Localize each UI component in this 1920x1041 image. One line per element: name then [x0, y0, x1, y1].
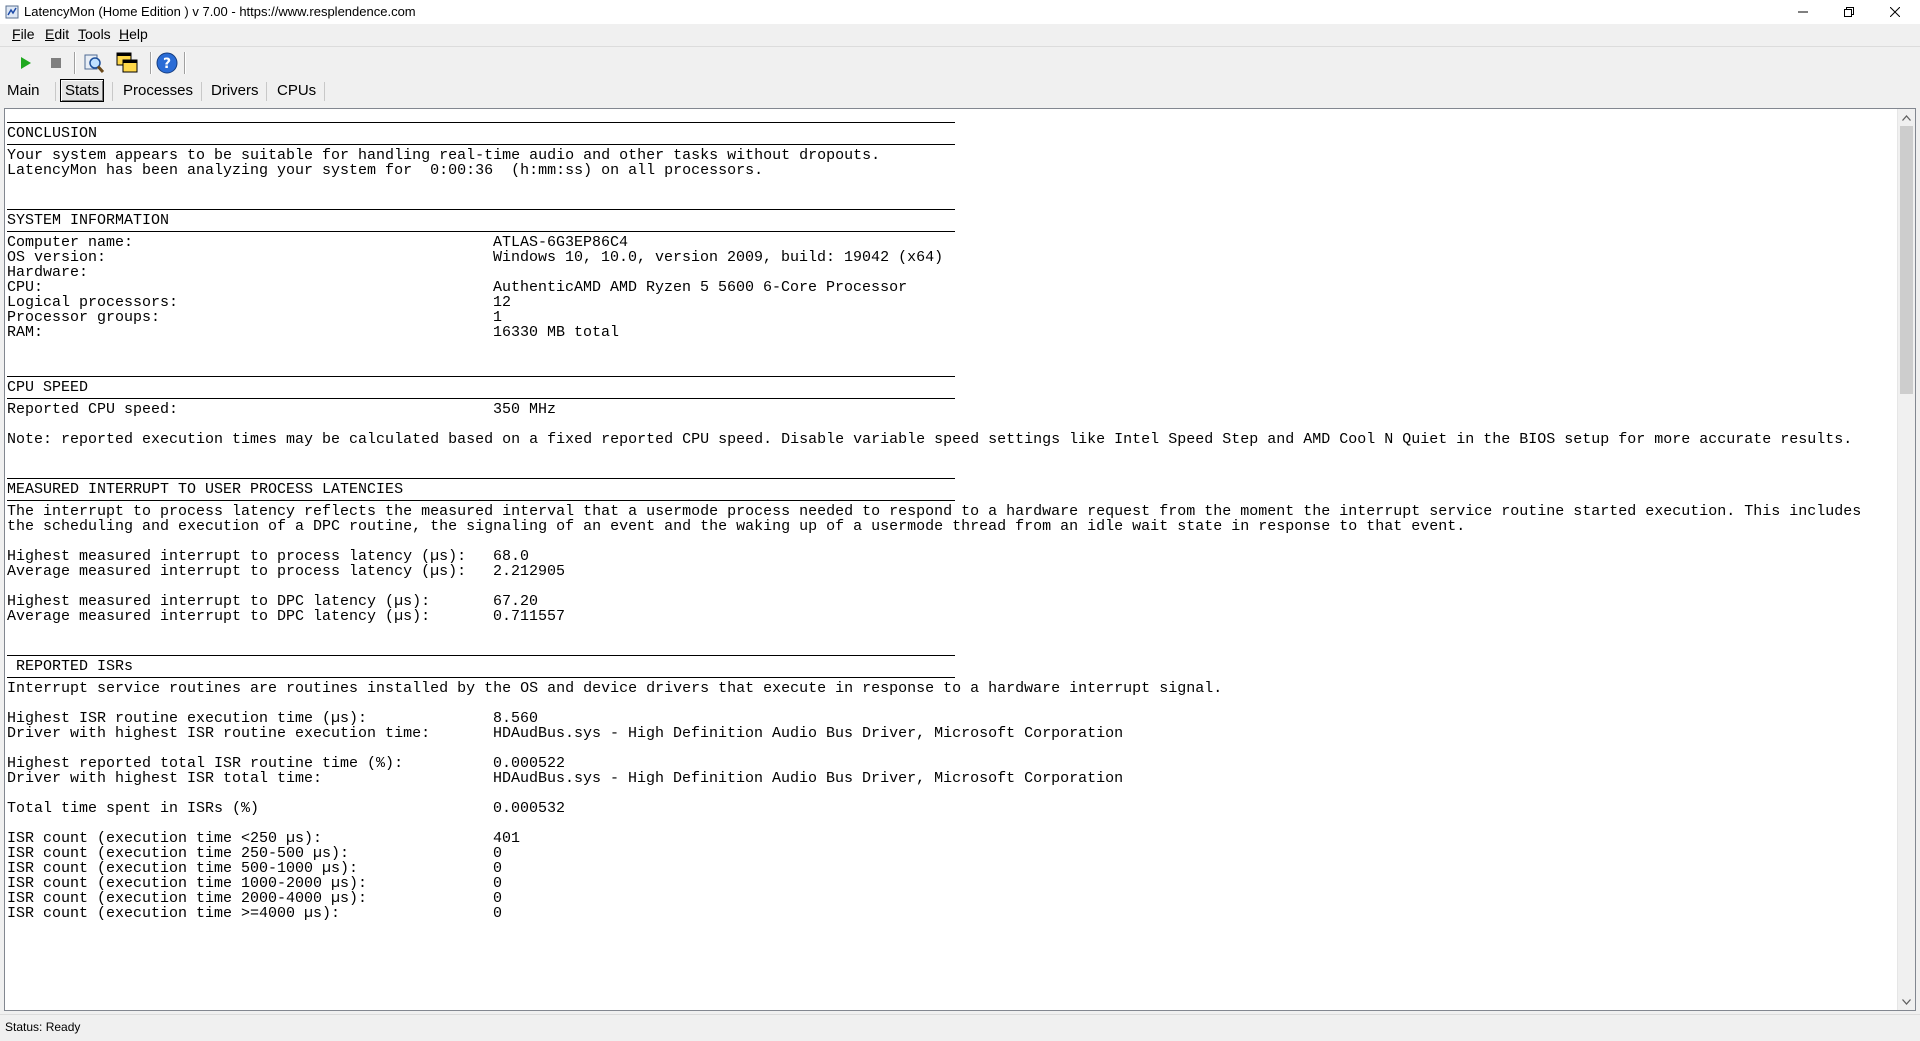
- info-row: Average measured interrupt to DPC latenc…: [7, 608, 566, 625]
- info-row: CPU: AuthenticAMD AMD Ryzen 5 5600 6-Core…: [7, 279, 908, 296]
- section-heading-isrs: REPORTED ISRs: [7, 658, 134, 675]
- minimize-icon: [1798, 11, 1808, 13]
- isr-description: Interrupt service routines are routines …: [7, 680, 1223, 697]
- chevron-down-icon: [1902, 998, 1911, 1005]
- isr-count-row: ISR count (execution time 2000-4000 µs):…: [7, 890, 503, 907]
- info-row: Hardware:: [7, 264, 89, 281]
- start-button[interactable]: [12, 51, 38, 75]
- minimize-button[interactable]: [1780, 0, 1826, 24]
- search-drivers-icon: [84, 54, 105, 74]
- close-button[interactable]: [1872, 0, 1918, 24]
- info-row: Processor groups: 1: [7, 309, 503, 326]
- window-title: LatencyMon (Home Edition ) v 7.00 - http…: [24, 4, 416, 19]
- scroll-up-button[interactable]: [1898, 109, 1915, 126]
- windows-icon: [116, 52, 138, 73]
- latency-description: The interrupt to process latency reflect…: [7, 503, 1862, 520]
- tab-separator: [266, 82, 267, 101]
- help-button[interactable]: ?: [154, 51, 180, 75]
- stop-icon: [51, 58, 61, 68]
- info-row: Highest measured interrupt to DPC latenc…: [7, 593, 539, 610]
- info-row: Highest measured interrupt to process la…: [7, 548, 530, 565]
- vertical-scrollbar[interactable]: [1897, 109, 1915, 1010]
- tab-main[interactable]: Main: [3, 80, 44, 101]
- cpu-speed-note: Note: reported execution times may be ca…: [7, 431, 1853, 448]
- conclusion-text: Your system appears to be suitable for h…: [7, 147, 881, 164]
- info-row: Reported CPU speed: 350 MHz: [7, 401, 557, 418]
- title-bar: LatencyMon (Home Edition ) v 7.00 - http…: [0, 0, 1920, 24]
- tab-separator: [55, 82, 56, 101]
- scrollbar-thumb[interactable]: [1900, 126, 1913, 394]
- info-row: Highest ISR routine execution time (µs):…: [7, 710, 539, 727]
- info-row: Highest reported total ISR routine time …: [7, 755, 566, 772]
- info-row: Average measured interrupt to process la…: [7, 563, 566, 580]
- section-heading-latencies: MEASURED INTERRUPT TO USER PROCESS LATEN…: [7, 481, 404, 498]
- chevron-up-icon: [1902, 114, 1911, 121]
- section-heading-system-information: SYSTEM INFORMATION: [7, 212, 170, 229]
- toolbar-separator: [150, 52, 152, 74]
- info-row: RAM: 16330 MB total: [7, 324, 620, 341]
- restore-icon: [1844, 7, 1854, 17]
- svg-text:?: ?: [163, 56, 171, 72]
- tab-drivers[interactable]: Drivers: [207, 80, 263, 101]
- tab-cpus[interactable]: CPUs: [273, 80, 320, 101]
- menu-help[interactable]: Help: [119, 26, 148, 42]
- analysis-duration-text: LatencyMon has been analyzing your syste…: [7, 162, 764, 179]
- section-heading-cpu-speed: CPU SPEED: [7, 379, 89, 396]
- help-icon: ?: [156, 52, 178, 74]
- latency-description: the scheduling and execution of a DPC ro…: [7, 518, 1466, 535]
- app-icon: [5, 5, 19, 19]
- scroll-down-button[interactable]: [1898, 993, 1915, 1010]
- stats-report-panel[interactable]: CONCLUSION Your system appears to be sui…: [4, 108, 1916, 1011]
- isr-count-row: ISR count (execution time >=4000 µs): 0: [7, 905, 503, 922]
- section-heading-conclusion: CONCLUSION: [7, 125, 98, 142]
- menu-edit[interactable]: Edit: [45, 26, 69, 42]
- isr-count-row: ISR count (execution time <250 µs): 401: [7, 830, 521, 847]
- windows-button[interactable]: [114, 51, 140, 75]
- stop-button[interactable]: [43, 51, 69, 75]
- info-row: Computer name: ATLAS-6G3EP86C4: [7, 234, 629, 251]
- report-text: CONCLUSION Your system appears to be sui…: [7, 109, 1887, 921]
- close-icon: [1890, 7, 1900, 17]
- tab-separator: [112, 82, 113, 101]
- tab-stats[interactable]: Stats: [60, 79, 105, 102]
- info-row: OS version: Windows 10, 10.0, version 200…: [7, 249, 944, 266]
- info-row: Driver with highest ISR routine executio…: [7, 725, 1124, 742]
- tab-separator: [324, 82, 325, 101]
- info-row: Total time spent in ISRs (%) 0.000532: [7, 800, 566, 817]
- toolbar-separator: [184, 52, 186, 74]
- status-bar: Status: Ready: [0, 1014, 1920, 1041]
- toolbar-separator: [74, 52, 76, 74]
- menu-tools[interactable]: Tools: [78, 26, 111, 42]
- toolbar: ?: [0, 46, 1920, 79]
- tab-bar: Main Stats Processes Drivers CPUs: [0, 78, 1920, 104]
- isr-count-row: ISR count (execution time 250-500 µs): 0: [7, 845, 503, 862]
- play-icon: [21, 57, 31, 69]
- search-drivers-button[interactable]: [81, 51, 107, 75]
- isr-count-row: ISR count (execution time 500-1000 µs): 0: [7, 860, 503, 877]
- menu-file[interactable]: File: [12, 26, 35, 42]
- restore-button[interactable]: [1826, 0, 1872, 24]
- info-row: Logical processors: 12: [7, 294, 512, 311]
- tab-separator: [201, 82, 202, 101]
- tab-processes[interactable]: Processes: [119, 80, 197, 101]
- info-row: Driver with highest ISR total time: HDAud…: [7, 770, 1124, 787]
- isr-count-row: ISR count (execution time 1000-2000 µs):…: [7, 875, 503, 892]
- status-text: Status: Ready: [5, 1020, 81, 1034]
- menu-bar: File Edit Tools Help: [0, 24, 1920, 46]
